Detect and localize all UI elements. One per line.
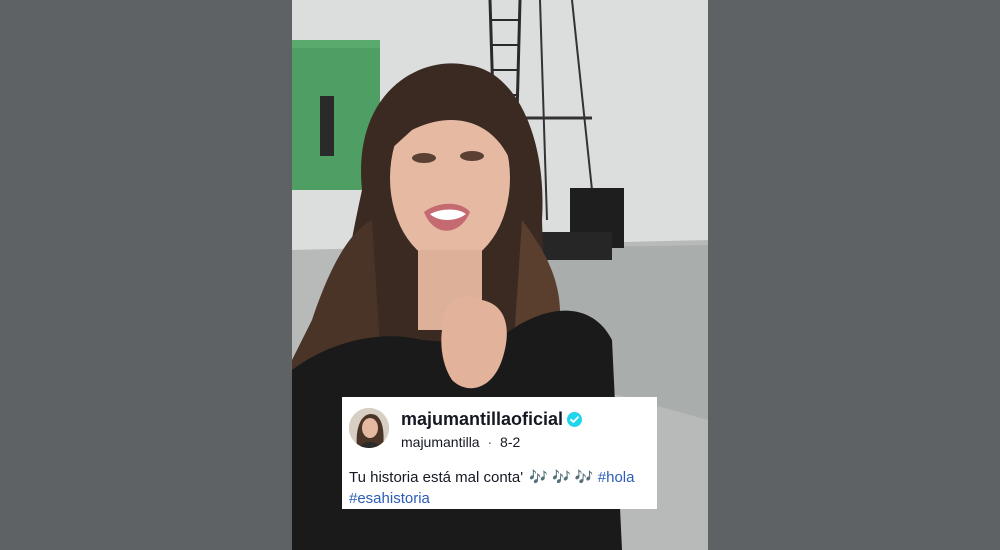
page: majumantillaoficial majumantilla · 8-2 T… bbox=[0, 0, 1000, 550]
post-date: 8-2 bbox=[500, 434, 521, 450]
music-notes-emoji: 🎶 🎶 🎶 bbox=[529, 469, 594, 486]
meta-separator: · bbox=[487, 434, 493, 450]
caption-text: Tu historia está mal conta' bbox=[349, 469, 524, 486]
verified-check-icon bbox=[567, 412, 583, 427]
avatar[interactable] bbox=[349, 408, 389, 448]
post-caption-card: majumantillaoficial majumantilla · 8-2 T… bbox=[342, 397, 657, 509]
handle[interactable]: majumantilla bbox=[401, 434, 480, 450]
post-meta: majumantilla · 8-2 bbox=[401, 434, 520, 450]
avatar-image bbox=[349, 408, 389, 448]
hashtag-esahistoria[interactable]: #esahistoria bbox=[349, 490, 430, 507]
username[interactable]: majumantillaoficial bbox=[401, 409, 583, 430]
username-text[interactable]: majumantillaoficial bbox=[401, 409, 563, 430]
caption: Tu historia está mal conta' 🎶 🎶 🎶 #hola … bbox=[349, 467, 657, 509]
hashtag-hola[interactable]: #hola bbox=[598, 469, 635, 486]
